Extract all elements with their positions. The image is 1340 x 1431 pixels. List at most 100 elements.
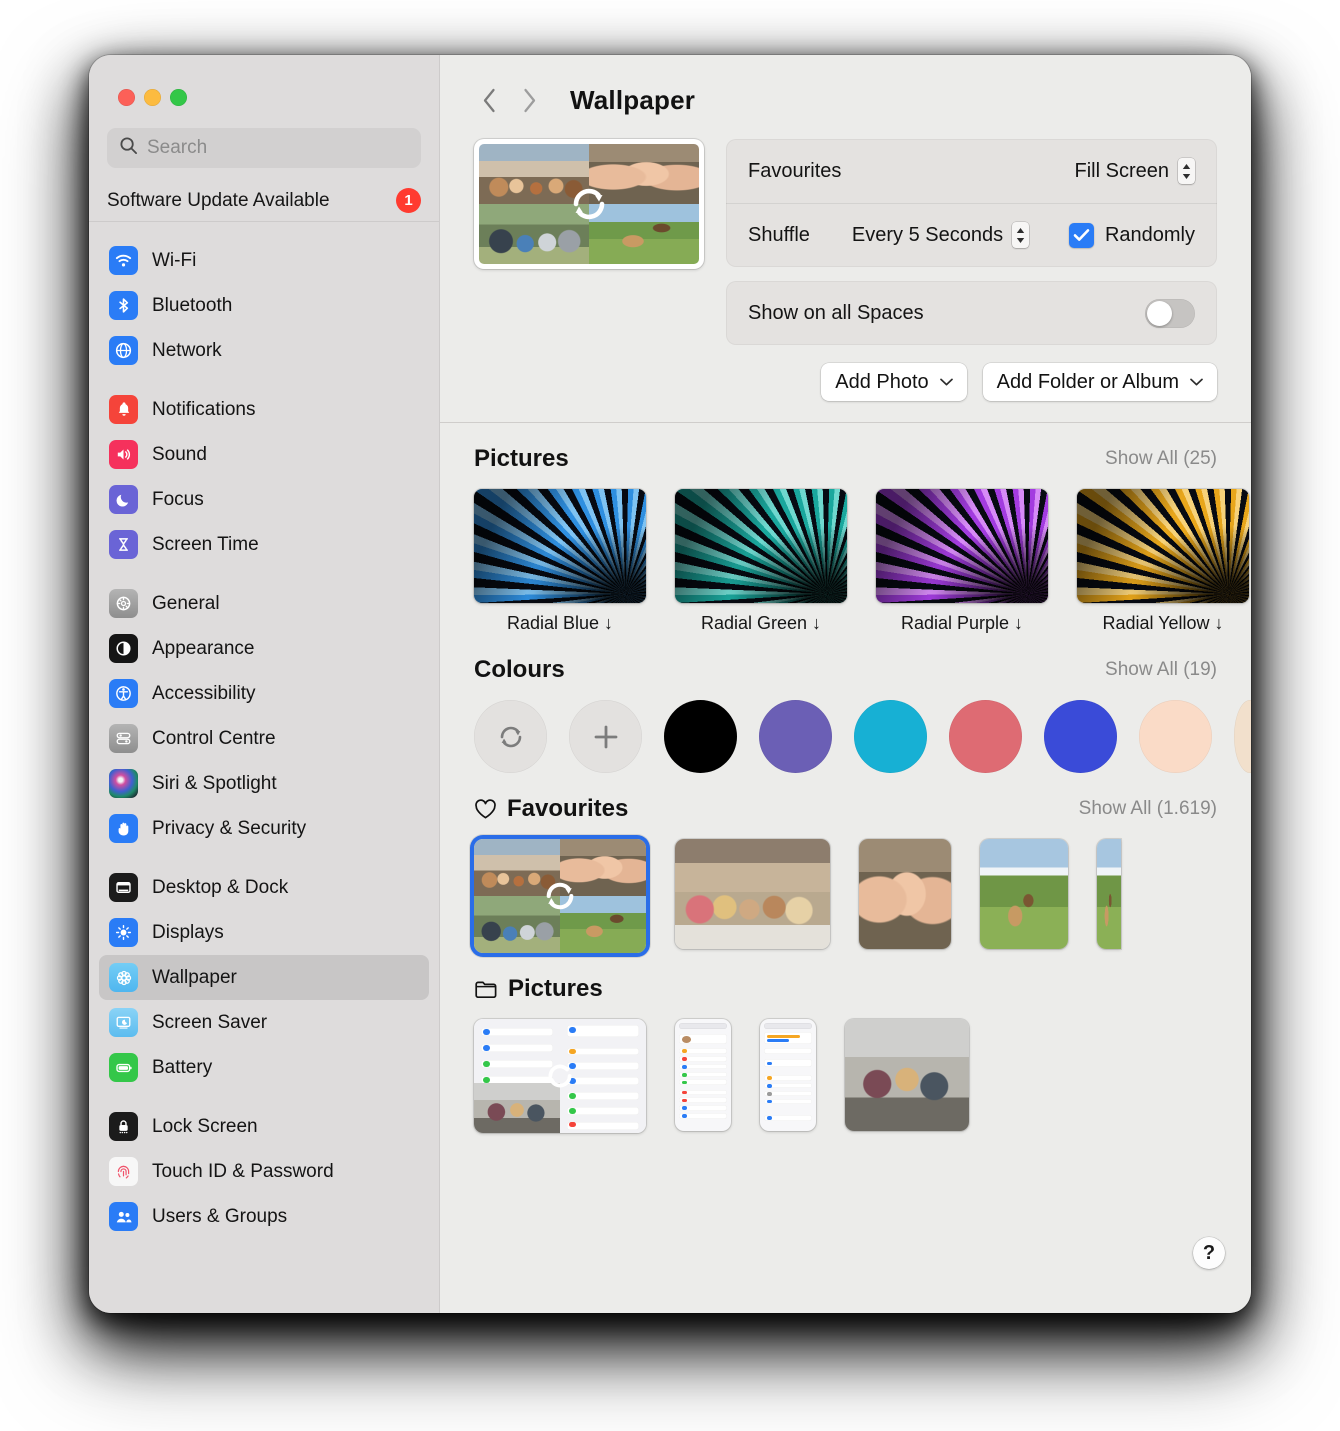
source-card: Favourites Fill Screen Shuffle Every 5 S… [726, 139, 1217, 267]
preview-collage [479, 144, 699, 264]
shuffle-icon [558, 173, 620, 235]
sidebar-item-focus[interactable]: Focus [99, 477, 429, 522]
shuffle-row: Shuffle Every 5 Seconds Randomly [726, 203, 1217, 267]
toggle-knob [1147, 300, 1172, 326]
section-pictures: Pictures Show All (25) Radial Blue ↓ Rad… [440, 423, 1251, 634]
colour-swatch-purple[interactable] [759, 700, 832, 773]
fit-stepper[interactable] [1178, 158, 1195, 184]
shuffle-icon [537, 1053, 583, 1099]
folder-item-ios-2[interactable] [760, 1019, 816, 1131]
sliders-icon [109, 724, 138, 753]
colour-swatch-peach[interactable] [1139, 700, 1212, 773]
minimize-button[interactable] [144, 89, 161, 106]
chevron-down-icon [1190, 378, 1203, 386]
favourite-item-selfie[interactable] [859, 839, 951, 949]
back-button[interactable] [474, 83, 504, 117]
colour-swatch-cream-clipped[interactable] [1234, 700, 1251, 773]
colour-swatch-blue[interactable] [1044, 700, 1117, 773]
sidebar-scroll[interactable]: Wi-Fi Bluetooth Network Notifications So… [89, 222, 439, 1239]
favourites-header: Favourites Show All (1.619) [474, 795, 1251, 823]
close-button[interactable] [118, 89, 135, 106]
zoom-button[interactable] [170, 89, 187, 106]
sidebar-item-siri-spotlight[interactable]: Siri & Spotlight [99, 761, 429, 806]
picture-thumbnail [675, 489, 847, 603]
picture-item[interactable]: Radial Green ↓ [675, 489, 847, 634]
picture-thumbnail [876, 489, 1048, 603]
contrast-icon [109, 634, 138, 663]
software-update-row[interactable]: Software Update Available 1 [89, 174, 439, 222]
add-buttons: Add Photo Add Folder or Album [440, 345, 1251, 401]
shuffle-colour-button[interactable] [474, 700, 547, 773]
sidebar-item-accessibility[interactable]: Accessibility [99, 671, 429, 716]
chevron-down-icon [939, 378, 953, 386]
gear-icon [109, 589, 138, 618]
favourites-title-wrap: Favourites [474, 795, 628, 823]
add-photo-label: Add Photo [835, 370, 929, 393]
picture-item[interactable]: Radial Purple ↓ [876, 489, 1048, 634]
folder-item-ios-wide[interactable] [474, 1019, 646, 1133]
sidebar-item-lock-screen[interactable]: Lock Screen [99, 1104, 429, 1149]
sidebar-item-screen-time[interactable]: Screen Time [99, 522, 429, 567]
picture-item[interactable]: Radial Blue ↓ [474, 489, 646, 634]
spaces-toggle[interactable] [1145, 298, 1195, 328]
fit-popup[interactable]: Fill Screen [1075, 158, 1195, 184]
favourite-item-meadow[interactable] [980, 839, 1068, 949]
sidebar-item-battery[interactable]: Battery [99, 1045, 429, 1090]
sidebar: Search Software Update Available 1 Wi-Fi… [89, 55, 440, 1313]
gallery-scroll[interactable]: Pictures Show All (25) Radial Blue ↓ Rad… [440, 423, 1251, 1293]
randomly-label: Randomly [1104, 223, 1195, 246]
plus-icon [594, 725, 617, 748]
sidebar-item-desktop-dock[interactable]: Desktop & Dock [99, 865, 429, 910]
colour-swatch-cyan[interactable] [854, 700, 927, 773]
sidebar-item-notifications[interactable]: Notifications [99, 387, 429, 432]
sidebar-item-label: Wi-Fi [152, 249, 197, 271]
add-colour-button[interactable] [569, 700, 642, 773]
moon-icon [109, 485, 138, 514]
favourite-item-party[interactable] [675, 839, 830, 949]
picture-item[interactable]: Radial Yellow ↓ [1077, 489, 1249, 634]
sidebar-item-privacy-security[interactable]: Privacy & Security [99, 806, 429, 851]
randomly-checkbox[interactable] [1068, 222, 1094, 248]
sidebar-item-screen-saver[interactable]: Screen Saver [99, 1000, 429, 1045]
pictures-show-all[interactable]: Show All (25) [1105, 448, 1217, 470]
sidebar-item-displays[interactable]: Displays [99, 910, 429, 955]
shuffle-interval-popup[interactable]: Every 5 Seconds [852, 222, 1030, 248]
sidebar-item-sound[interactable]: Sound [99, 432, 429, 477]
colours-show-all[interactable]: Show All (19) [1105, 659, 1217, 681]
window-traffic-lights [89, 55, 439, 106]
wallpaper-preview[interactable] [474, 139, 704, 269]
sidebar-item-label: Control Centre [152, 727, 276, 749]
sidebar-item-network[interactable]: Network [99, 328, 429, 373]
sidebar-item-label: Privacy & Security [152, 817, 307, 839]
folder-item-highfive[interactable] [845, 1019, 969, 1131]
top-panel: Favourites Fill Screen Shuffle Every 5 S… [440, 117, 1251, 345]
colour-swatch-black[interactable] [664, 700, 737, 773]
sidebar-item-wallpaper[interactable]: Wallpaper [99, 955, 429, 1000]
screensaver-icon [109, 1008, 138, 1037]
colour-swatch-red[interactable] [949, 700, 1022, 773]
sidebar-item-bluetooth[interactable]: Bluetooth [99, 283, 429, 328]
add-photo-button[interactable]: Add Photo [821, 363, 967, 401]
sidebar-item-users-groups[interactable]: Users & Groups [99, 1194, 429, 1239]
source-row: Favourites Fill Screen [726, 139, 1217, 203]
add-folder-or-album-button[interactable]: Add Folder or Album [982, 363, 1217, 401]
sidebar-item-wi-fi[interactable]: Wi-Fi [99, 238, 429, 283]
picture-caption: Radial Yellow ↓ [1102, 613, 1224, 633]
sidebar-item-general[interactable]: General [99, 581, 429, 626]
shuffle-stepper[interactable] [1012, 222, 1030, 248]
favourites-show-all[interactable]: Show All (1.619) [1079, 798, 1217, 820]
sidebar-item-control-centre[interactable]: Control Centre [99, 716, 429, 761]
sidebar-item-touch-id-password[interactable]: Touch ID & Password [99, 1149, 429, 1194]
section-favourites: Favourites Show All (1.619) [440, 773, 1251, 953]
sidebar-item-appearance[interactable]: Appearance [99, 626, 429, 671]
picture-caption: Radial Blue ↓ [506, 613, 614, 633]
sidebar-item-label: Screen Saver [152, 1011, 268, 1033]
help-button[interactable]: ? [1193, 1237, 1225, 1269]
search-field[interactable]: Search [107, 128, 421, 168]
hourglass-icon [109, 530, 138, 559]
favourite-item-collage[interactable] [474, 839, 646, 953]
favourite-item-clipped[interactable] [1097, 839, 1121, 949]
forward-button[interactable] [514, 83, 544, 117]
pictures-header: Pictures Show All (25) [474, 445, 1251, 473]
folder-item-ios-1[interactable] [675, 1019, 731, 1131]
